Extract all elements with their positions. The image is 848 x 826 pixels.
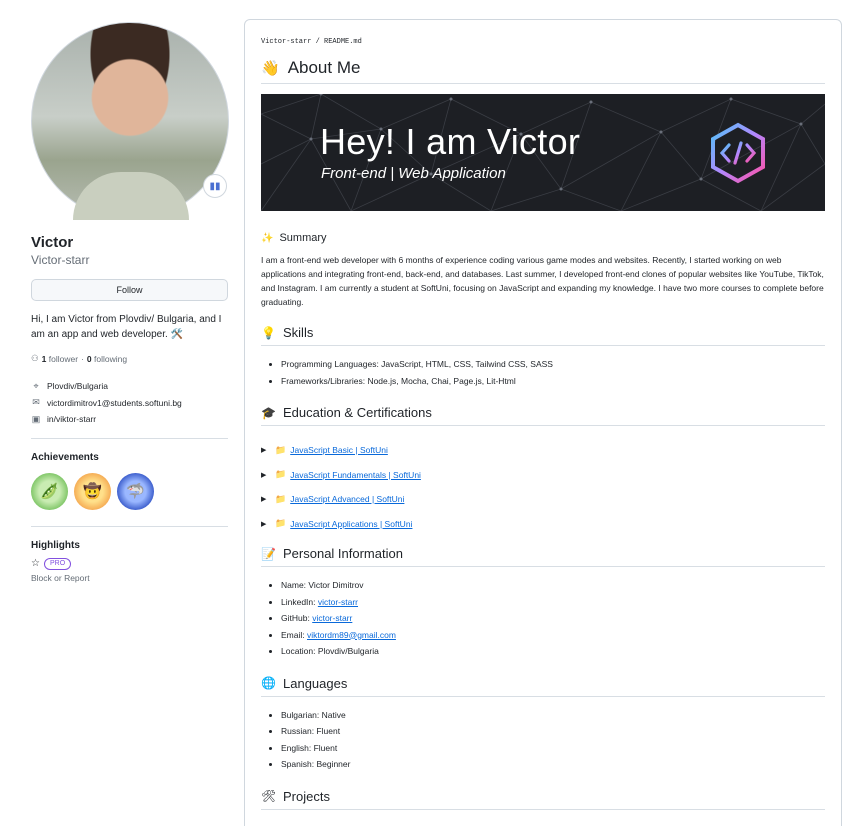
details-item[interactable]: ▶ 📁 JavaScript Advanced | SoftUni: [261, 487, 825, 512]
email-link[interactable]: viktordm89@gmail.com: [307, 630, 396, 640]
followers-line: ⚇ 1 follower · 0 following: [31, 353, 229, 364]
followers-link[interactable]: 1 follower: [42, 354, 78, 364]
profile-username: Victor-starr: [31, 253, 90, 267]
profile-sidebar: ▮▮ Victor Victor-starr Follow Hi, I am V…: [31, 22, 229, 583]
achievement-badges: 🫛 🤠 🦈: [31, 472, 229, 510]
details-item[interactable]: ▶ 📁 JavaScript Fundamentals | SoftUni: [261, 463, 825, 488]
list-item: English: Fluent: [281, 740, 825, 757]
banner-subtitle: Front-end | Web Application: [321, 165, 506, 182]
projects-title: Projects: [283, 788, 330, 804]
skills-title: Skills: [283, 325, 314, 340]
github-link[interactable]: victor-starr: [312, 613, 352, 623]
linkedin-link[interactable]: victor-starr: [318, 597, 358, 607]
people-icon: ⚇: [31, 353, 39, 363]
star-icon: ☆: [31, 558, 40, 569]
pro-badge: PRO: [43, 557, 72, 570]
list-item: Russian: Fluent: [281, 723, 825, 740]
list-item: Location: Plovdiv/Bulgaria: [281, 643, 825, 660]
personal-heading: 📝 Personal Information: [261, 546, 825, 567]
globe-icon: 🌐: [261, 676, 276, 690]
projects-heading: 🛠 Projects: [261, 789, 825, 810]
code-hexagon-icon: [711, 122, 765, 184]
hammer-wrench-icon: 🛠: [261, 789, 277, 803]
skills-list: Programming Languages: JavaScript, HTML,…: [261, 356, 825, 389]
personal-title: Personal Information: [283, 546, 403, 561]
readme-panel: Victor-starr / README.md 👋 About Me Hey!…: [244, 19, 842, 826]
education-link[interactable]: JavaScript Fundamentals | SoftUni: [290, 470, 421, 480]
education-title: Education & Certifications: [283, 405, 432, 420]
folder-icon: 📁: [275, 518, 287, 529]
email-item[interactable]: ✉ victordimitrov1@students.softuni.bg: [31, 395, 229, 412]
profile-bio: Hi, I am Victor from Plovdiv/ Bulgaria, …: [31, 314, 222, 340]
about-title: About Me: [287, 58, 361, 77]
disclosure-triangle-icon[interactable]: ▶: [261, 520, 271, 528]
list-item: Email: viktordm89@gmail.com: [281, 627, 825, 644]
achievement-badge-shark-icon[interactable]: 🦈: [117, 472, 154, 510]
summary-heading: ✨ Summary: [261, 232, 825, 244]
linkedin-item[interactable]: ▣ in/viktor-starr: [31, 411, 229, 428]
profile-details: ⌖ Plovdiv/Bulgaria ✉ victordimitrov1@stu…: [31, 378, 229, 428]
list-item: Spanish: Beginner: [281, 756, 825, 773]
linkedin-text[interactable]: in/viktor-starr: [47, 414, 96, 424]
location-item: ⌖ Plovdiv/Bulgaria: [31, 378, 229, 395]
pro-highlight: ☆ PRO: [31, 557, 229, 570]
about-heading: 👋 About Me: [261, 58, 825, 84]
education-link[interactable]: JavaScript Advanced | SoftUni: [290, 494, 404, 504]
disclosure-triangle-icon[interactable]: ▶: [261, 471, 271, 479]
following-link[interactable]: 0 following: [87, 354, 127, 364]
sparkles-icon: ✨: [261, 232, 274, 244]
mail-icon: ✉: [32, 397, 40, 408]
bar-chart-icon[interactable]: ▮▮: [203, 174, 227, 198]
readme-breadcrumb[interactable]: Victor-starr / README.md: [261, 38, 825, 46]
location-text: Plovdiv/Bulgaria: [47, 381, 108, 392]
linkedin-icon: ▣: [31, 413, 41, 424]
disclosure-triangle-icon[interactable]: ▶: [261, 495, 271, 503]
waving-hand-icon: 👋: [261, 60, 280, 77]
skills-heading: 💡 Skills: [261, 325, 825, 346]
achievements-title: Achievements: [31, 451, 99, 463]
separator-dot: ·: [81, 353, 84, 364]
location-pin-icon: ⌖: [33, 380, 39, 391]
achievement-badge-pea-pod-icon[interactable]: 🫛: [31, 472, 68, 510]
personal-list: Name: Victor Dimitrov LinkedIn: victor-s…: [261, 577, 825, 660]
summary-title: Summary: [279, 232, 327, 244]
profile-banner: Hey! I am Victor Front-end | Web Applica…: [261, 94, 825, 211]
details-item[interactable]: ▶ 📁 JavaScript Basic | SoftUni: [261, 438, 825, 463]
languages-list: Bulgarian: Native Russian: Fluent Englis…: [261, 707, 825, 773]
avatar-container: ▮▮: [31, 22, 229, 220]
list-item: GitHub: victor-starr: [281, 610, 825, 627]
education-link[interactable]: JavaScript Basic | SoftUni: [290, 445, 388, 455]
highlights-title: Highlights: [31, 539, 80, 551]
folder-icon: 📁: [275, 469, 287, 480]
education-list: ▶ 📁 JavaScript Basic | SoftUni ▶ 📁 JavaS…: [261, 438, 825, 536]
memo-icon: 📝: [261, 546, 276, 561]
folder-icon: 📁: [275, 444, 287, 455]
list-item: Name: Victor Dimitrov: [281, 577, 825, 594]
block-report-link[interactable]: Block or Report: [31, 573, 229, 583]
divider: [31, 437, 228, 439]
education-heading: 🎓 Education & Certifications: [261, 405, 825, 426]
graduation-cap-icon: 🎓: [261, 405, 276, 420]
list-item: Programming Languages: JavaScript, HTML,…: [281, 356, 825, 373]
profile-name: Victor: [31, 234, 74, 251]
list-item: Frameworks/Libraries: Node.js, Mocha, Ch…: [281, 373, 825, 390]
achievement-badge-cowboy-icon[interactable]: 🤠: [74, 472, 111, 510]
list-item: LinkedIn: victor-starr: [281, 594, 825, 611]
languages-heading: 🌐 Languages: [261, 676, 825, 697]
folder-icon: 📁: [275, 493, 287, 504]
disclosure-triangle-icon[interactable]: ▶: [261, 446, 271, 454]
details-item[interactable]: ▶ 📁 JavaScript Applications | SoftUni: [261, 512, 825, 537]
summary-text: I am a front-end web developer with 6 mo…: [261, 255, 824, 307]
follow-button[interactable]: Follow: [31, 279, 228, 301]
banner-title: Hey! I am Victor: [320, 121, 581, 162]
languages-title: Languages: [283, 675, 348, 691]
lightbulb-icon: 💡: [261, 325, 276, 340]
education-link[interactable]: JavaScript Applications | SoftUni: [290, 519, 412, 529]
email-text[interactable]: victordimitrov1@students.softuni.bg: [47, 398, 182, 408]
divider: [31, 525, 228, 527]
list-item: Bulgarian: Native: [281, 707, 825, 724]
